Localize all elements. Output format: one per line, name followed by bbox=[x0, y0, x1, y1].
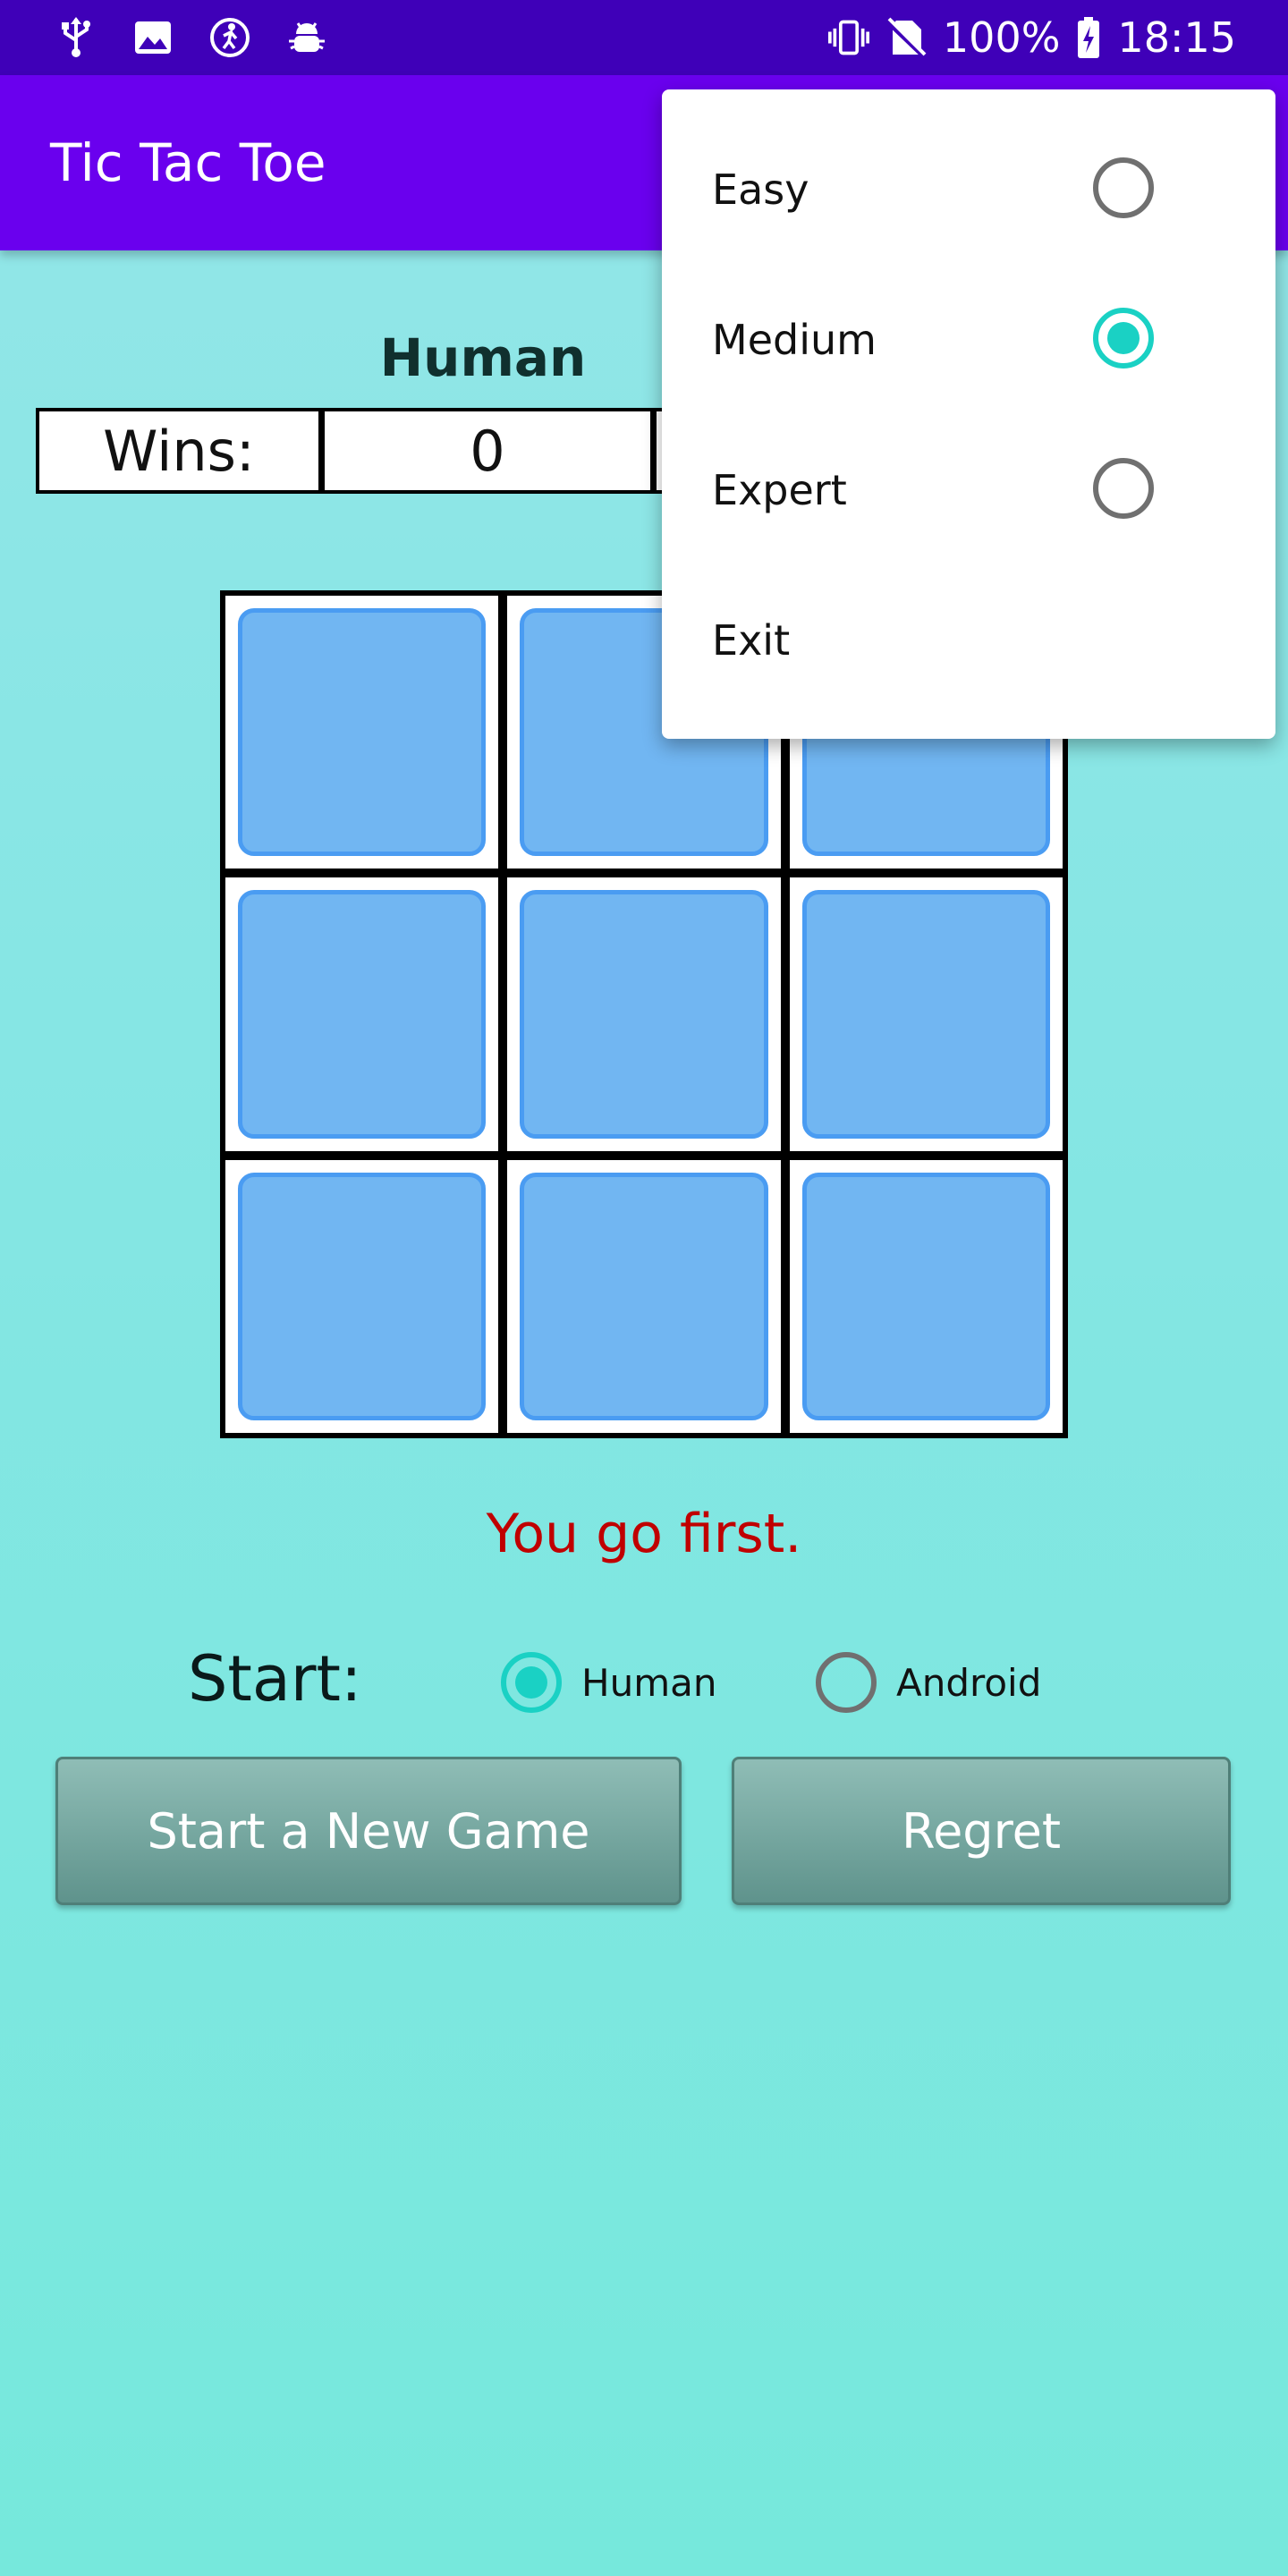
accessibility-icon bbox=[209, 17, 250, 58]
player-title: Human bbox=[379, 327, 587, 388]
board-cell bbox=[507, 1159, 781, 1433]
status-left-icons bbox=[55, 14, 327, 61]
start-label: Start: bbox=[188, 1642, 362, 1716]
menu-item-label: Easy bbox=[712, 165, 809, 214]
cell-button-6[interactable] bbox=[801, 890, 1050, 1139]
board-cell bbox=[225, 877, 499, 1151]
status-right: 100% 18:15 bbox=[827, 11, 1236, 64]
radio-unchecked-icon[interactable] bbox=[1093, 458, 1154, 519]
usb-icon bbox=[55, 17, 97, 58]
cell-button-8[interactable] bbox=[520, 1172, 768, 1420]
board-cell bbox=[225, 1159, 499, 1433]
new-game-button[interactable]: Start a New Game bbox=[55, 1757, 682, 1905]
no-sim-icon bbox=[885, 17, 927, 58]
start-option-human[interactable]: Human bbox=[501, 1651, 716, 1714]
radio-checked-icon[interactable] bbox=[1093, 308, 1154, 369]
clock: 18:15 bbox=[1117, 13, 1236, 62]
wins-label: Wins: bbox=[36, 408, 322, 494]
menu-item-easy[interactable]: Easy bbox=[662, 114, 1275, 265]
start-option-label: Human bbox=[581, 1660, 717, 1705]
cell-button-9[interactable] bbox=[801, 1172, 1050, 1420]
menu-item-label: Exit bbox=[712, 616, 791, 665]
vibrate-icon bbox=[827, 17, 869, 58]
cell-button-4[interactable] bbox=[238, 890, 487, 1139]
menu-item-exit[interactable]: Exit bbox=[662, 565, 1275, 716]
cell-button-5[interactable] bbox=[520, 890, 768, 1139]
radio-unchecked-icon[interactable] bbox=[1093, 157, 1154, 218]
cell-button-1[interactable] bbox=[238, 608, 487, 857]
board-cell bbox=[789, 877, 1063, 1151]
menu-item-medium[interactable]: Medium bbox=[662, 265, 1275, 415]
difficulty-menu: Easy Medium Expert Exit bbox=[662, 89, 1275, 739]
start-option-android[interactable]: Android bbox=[816, 1651, 1041, 1714]
board-cell bbox=[789, 1159, 1063, 1433]
battery-charging-icon bbox=[1076, 17, 1101, 58]
board-cell bbox=[507, 877, 781, 1151]
menu-item-expert[interactable]: Expert bbox=[662, 415, 1275, 565]
regret-button[interactable]: Regret bbox=[732, 1757, 1231, 1905]
image-icon bbox=[132, 17, 174, 58]
app-title: Tic Tac Toe bbox=[50, 132, 326, 193]
turn-message: You go first. bbox=[486, 1503, 802, 1565]
menu-item-label: Expert bbox=[712, 466, 847, 514]
cell-button-7[interactable] bbox=[238, 1172, 487, 1420]
start-option-label: Android bbox=[896, 1660, 1042, 1705]
score-table: Wins: 0 bbox=[36, 408, 680, 494]
wins-value: 0 bbox=[321, 408, 654, 494]
radio-checked-icon[interactable] bbox=[501, 1652, 562, 1713]
battery-percent: 100% bbox=[942, 13, 1061, 62]
radio-unchecked-icon[interactable] bbox=[816, 1652, 877, 1713]
board-cell bbox=[225, 596, 499, 869]
status-bar: 100% 18:15 bbox=[0, 0, 1288, 75]
menu-item-label: Medium bbox=[712, 316, 877, 364]
android-debug-icon bbox=[286, 17, 327, 58]
